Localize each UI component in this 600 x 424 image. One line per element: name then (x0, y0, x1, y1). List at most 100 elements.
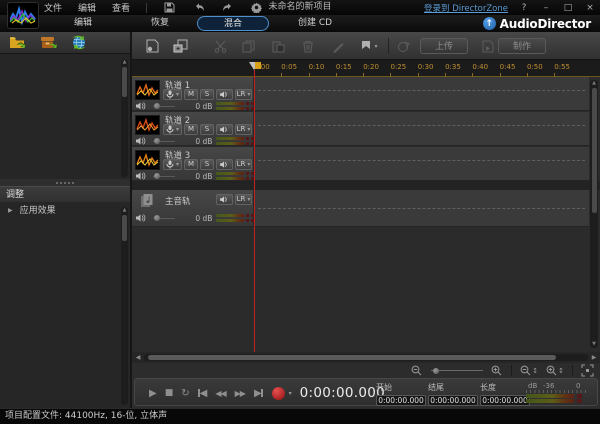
library-scrollbar[interactable]: ▲ (121, 59, 128, 177)
track-lane[interactable] (254, 112, 589, 146)
ruler-tick: 0:15 (336, 60, 363, 77)
master-track-lane[interactable] (254, 190, 589, 227)
waveform-thumbnail-icon[interactable] (135, 80, 160, 100)
tab-create-cd[interactable]: 创建 CD (281, 16, 349, 31)
minimize-button[interactable]: – (540, 3, 552, 13)
menu-file[interactable]: 文件 (44, 1, 62, 14)
pan-button[interactable]: LR▾ (235, 89, 252, 100)
play-button[interactable]: ▶ (149, 388, 156, 399)
cut-icon[interactable] (212, 38, 228, 54)
master-volume-slider[interactable] (153, 218, 175, 219)
mute-button[interactable]: M (184, 159, 198, 170)
vertical-zoom-in-button[interactable]: ↕ (546, 365, 564, 377)
delete-icon[interactable] (300, 38, 316, 54)
maximize-button[interactable]: □ (562, 3, 574, 13)
fast-forward-button[interactable]: ▶▶ (235, 389, 245, 398)
pan-button[interactable]: LR▾ (235, 124, 252, 135)
menu-edit[interactable]: 编辑 (78, 1, 96, 14)
apply-effects-item[interactable]: ▶ 应用效果 (0, 203, 130, 219)
upload-button[interactable]: 上传 (420, 38, 468, 54)
track-speaker-button[interactable] (216, 159, 233, 170)
profile-settings-icon[interactable] (144, 38, 160, 54)
master-level-meter (216, 214, 254, 222)
tracks-vertical-scrollbar[interactable]: ▲ ▼ (590, 80, 598, 348)
record-button[interactable] (272, 387, 285, 400)
track-lane[interactable] (254, 147, 589, 181)
zoom-slider[interactable] (431, 370, 483, 371)
previous-button[interactable]: ◀ (198, 388, 207, 399)
zoom-out-button[interactable] (411, 365, 423, 377)
redo-icon[interactable] (221, 2, 234, 13)
help-button[interactable]: ? (518, 3, 530, 13)
solo-button[interactable]: S (200, 124, 214, 135)
effects-scrollbar[interactable]: ▲ (121, 207, 128, 405)
mute-button[interactable]: M (184, 124, 198, 135)
sidebar-splitter-handle[interactable] (0, 179, 130, 186)
import-file-icon[interactable] (9, 35, 27, 50)
waveform-thumbnail-icon[interactable] (135, 150, 160, 170)
paste-icon[interactable] (270, 38, 286, 54)
solo-button[interactable]: S (200, 159, 214, 170)
loop-button[interactable]: ↻ (181, 388, 188, 399)
volume-slider[interactable] (153, 176, 175, 177)
timeline-horizontal-scrollbar[interactable]: ◀ ▶ (132, 352, 600, 363)
volume-slider[interactable] (153, 106, 175, 107)
undo-icon[interactable] (192, 2, 205, 13)
master-track-row: 主音轨 LR▾ 0 dB (132, 190, 600, 227)
track-speaker-button[interactable] (216, 124, 233, 135)
draw-tool-icon[interactable] (330, 38, 346, 54)
length-time-field[interactable]: 0:00:00.000 (480, 395, 530, 406)
waveform-thumbnail-icon[interactable] (135, 115, 160, 135)
master-pan-button[interactable]: LR▾ (235, 194, 252, 205)
share-icon[interactable] (396, 38, 412, 54)
volume-speaker-icon (136, 214, 147, 222)
end-time-field[interactable]: 0:00:00.000 (428, 395, 478, 406)
track-header: 轨道 3 ▾ M S LR▾ (132, 147, 254, 181)
zoom-in-button[interactable] (491, 365, 503, 377)
copy-icon[interactable] (240, 38, 256, 54)
record-dropdown-arrow[interactable]: ▾ (289, 390, 292, 397)
settings-gear-icon[interactable] (250, 2, 263, 13)
next-button[interactable]: ▶ (254, 388, 263, 399)
tab-edit[interactable]: 编辑 (55, 16, 111, 31)
master-volume-db-label: 0 dB (175, 214, 213, 223)
close-button[interactable]: × (584, 3, 596, 13)
vertical-zoom-out-button[interactable]: ↕ (520, 365, 538, 377)
marker-dropdown-button[interactable]: ▾ (356, 38, 382, 54)
track-lane[interactable] (254, 77, 589, 111)
record-arm-button[interactable]: ▾ (163, 124, 182, 135)
directorzone-login-link[interactable]: 登录到 DirectorZone (424, 2, 508, 14)
master-track-icon (139, 193, 155, 209)
download-directorzone-icon[interactable] (71, 35, 87, 50)
media-library-panel[interactable] (0, 55, 130, 179)
rewind-button[interactable]: ◀◀ (215, 389, 225, 398)
pan-button[interactable]: LR▾ (235, 159, 252, 170)
produce-icon[interactable] (480, 38, 496, 54)
produce-button[interactable]: 制作 (498, 38, 546, 54)
timeline-ruler[interactable]: 0:00 0:05 0:10 0:15 0:20 0:25 0:30 0:35 … (132, 60, 600, 77)
scroll-right-arrow-icon[interactable]: ▶ (588, 354, 600, 361)
volume-slider[interactable] (153, 141, 175, 142)
solo-button[interactable]: S (200, 89, 214, 100)
tab-restore[interactable]: 恢复 (132, 16, 188, 31)
insert-media-icon[interactable] (172, 38, 188, 54)
record-arm-button[interactable]: ▾ (163, 159, 182, 170)
hscroll-thumb[interactable] (148, 355, 556, 360)
fit-timeline-button[interactable] (581, 364, 594, 377)
record-arm-button[interactable]: ▾ (163, 89, 182, 100)
start-time-field[interactable]: 0:00:00.000 (376, 395, 426, 406)
ruler-tick: 0:10 (309, 60, 336, 77)
stop-button[interactable]: ■ (165, 388, 173, 398)
track-speaker-button[interactable] (216, 89, 233, 100)
zoom-controls: ↕ ↕ (132, 363, 600, 378)
save-icon[interactable] (163, 2, 176, 13)
master-speaker-button[interactable] (216, 194, 233, 205)
master-db-meter: dB -36 0 (526, 382, 588, 403)
playback-time-display: 0:00:00.000 (300, 385, 385, 401)
scroll-left-arrow-icon[interactable]: ◀ (132, 354, 144, 361)
mute-button[interactable]: M (184, 89, 198, 100)
tab-mix[interactable]: 混合 (197, 16, 269, 31)
import-archive-icon[interactable] (40, 35, 58, 50)
menu-view[interactable]: 查看 (112, 1, 130, 14)
master-track-header: 主音轨 LR▾ 0 dB (132, 190, 254, 227)
